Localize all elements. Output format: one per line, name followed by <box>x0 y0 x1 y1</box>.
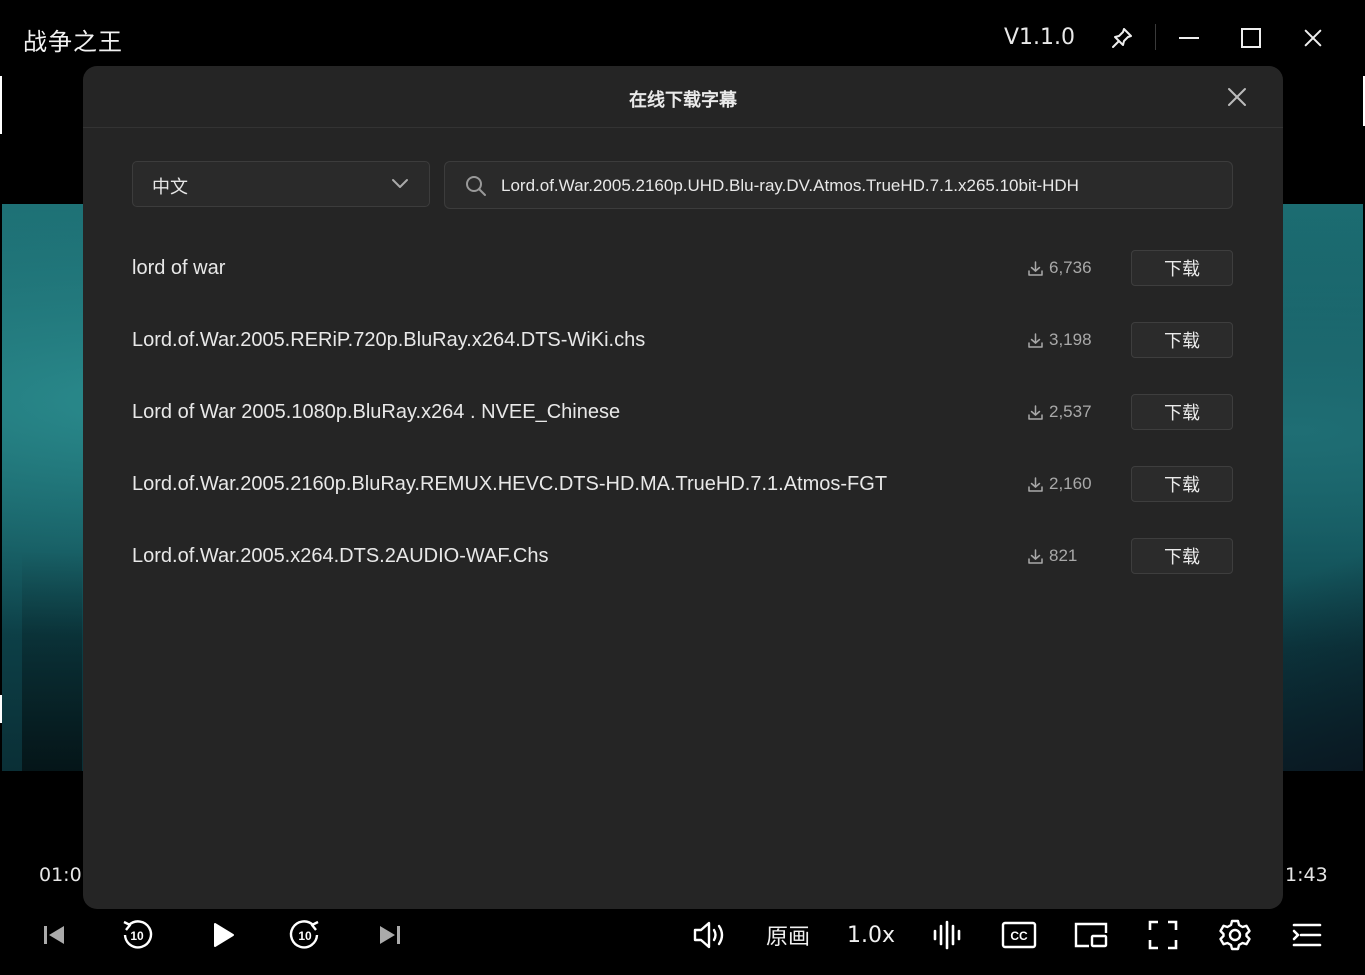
player-controls: 10 10 原画 1.0x CC <box>0 905 1365 965</box>
language-value: 中文 <box>152 177 188 198</box>
rewind-10-icon: 10 <box>123 920 153 949</box>
rewind-seconds: 10 <box>130 929 144 943</box>
pin-button[interactable] <box>1104 20 1140 56</box>
close-icon <box>1228 88 1246 106</box>
version-label: V1.1.0 <box>1004 25 1076 50</box>
download-button[interactable]: 下载 <box>1131 322 1233 358</box>
fullscreen-icon <box>1148 920 1178 950</box>
minimize-icon <box>1179 37 1199 39</box>
download-icon <box>1028 260 1043 276</box>
result-row: lord of war 6,736 下载 <box>132 250 1233 322</box>
audio-track-button[interactable] <box>930 915 966 955</box>
next-button[interactable] <box>372 915 408 955</box>
language-select[interactable]: 中文 <box>132 161 430 207</box>
result-name: lord of war <box>132 257 226 279</box>
chevron-down-icon <box>392 179 408 188</box>
skip-previous-icon <box>44 926 64 944</box>
maximize-icon <box>1241 28 1261 48</box>
forward-10-icon: 10 <box>289 920 319 949</box>
download-count-value: 2,537 <box>1049 402 1092 421</box>
minimize-button[interactable] <box>1171 20 1207 56</box>
download-count: 3,198 <box>1027 330 1092 350</box>
result-row: Lord of War 2005.1080p.BluRay.x264 . NVE… <box>132 394 1233 466</box>
download-button[interactable]: 下载 <box>1131 250 1233 286</box>
current-time: 01:0 <box>39 864 82 886</box>
play-icon <box>214 923 234 947</box>
download-icon <box>1028 332 1043 348</box>
results-list: lord of war 6,736 下载 Lord.of.War.2005.RE… <box>132 250 1233 610</box>
settings-button[interactable] <box>1216 915 1254 955</box>
download-count: 2,160 <box>1027 474 1092 494</box>
total-time: 1:43 <box>1285 864 1328 886</box>
download-icon <box>1028 476 1043 492</box>
fullscreen-button[interactable] <box>1145 915 1181 955</box>
volume-icon <box>693 921 724 949</box>
result-name: Lord.of.War.2005.x264.DTS.2AUDIO-WAF.Chs <box>132 545 549 567</box>
download-button[interactable]: 下载 <box>1131 466 1233 502</box>
maximize-button[interactable] <box>1233 20 1269 56</box>
download-button[interactable]: 下载 <box>1131 538 1233 574</box>
forward-10-button[interactable]: 10 <box>285 915 325 955</box>
result-row: Lord.of.War.2005.x264.DTS.2AUDIO-WAF.Chs… <box>132 538 1233 610</box>
download-count-value: 821 <box>1049 546 1078 565</box>
download-count: 6,736 <box>1027 258 1092 278</box>
window-title: 战争之王 <box>23 28 123 56</box>
speed-button[interactable]: 1.0x <box>846 915 896 955</box>
playlist-icon <box>1292 923 1322 947</box>
download-icon <box>1028 548 1043 564</box>
close-window-button[interactable] <box>1295 20 1331 56</box>
gear-icon <box>1219 919 1251 951</box>
close-icon <box>1304 29 1322 47</box>
result-row: Lord.of.War.2005.RERiP.720p.BluRay.x264.… <box>132 322 1233 394</box>
download-button[interactable]: 下载 <box>1131 394 1233 430</box>
video-shadow <box>22 551 82 771</box>
download-subtitles-dialog: 在线下载字幕 中文 lord of war <box>83 66 1283 909</box>
result-row: Lord.of.War.2005.2160p.BluRay.REMUX.HEVC… <box>132 466 1233 538</box>
skip-next-icon <box>380 926 400 944</box>
search-icon <box>466 176 486 196</box>
picture-in-picture-button[interactable] <box>1072 915 1110 955</box>
download-count-value: 3,198 <box>1049 330 1092 349</box>
rewind-10-button[interactable]: 10 <box>117 915 157 955</box>
download-count-value: 6,736 <box>1049 258 1092 277</box>
download-icon <box>1028 404 1043 420</box>
download-count-value: 2,160 <box>1049 474 1092 493</box>
window-edge <box>0 76 2 134</box>
search-input[interactable] <box>499 170 1223 202</box>
cc-icon: CC <box>1001 921 1037 949</box>
download-count: 2,537 <box>1027 402 1092 422</box>
playlist-button[interactable] <box>1288 915 1326 955</box>
dialog-title: 在线下载字幕 <box>629 90 737 111</box>
download-count: 821 <box>1027 546 1077 566</box>
result-name: Lord of War 2005.1080p.BluRay.x264 . NVE… <box>132 401 621 423</box>
picture-in-picture-icon <box>1074 922 1108 948</box>
forward-seconds: 10 <box>298 929 312 943</box>
dialog-header: 在线下载字幕 <box>83 66 1283 128</box>
title-bar: 战争之王 V1.1.0 <box>0 0 1365 76</box>
search-box[interactable] <box>444 161 1233 209</box>
volume-button[interactable] <box>690 915 730 955</box>
result-name: Lord.of.War.2005.2160p.BluRay.REMUX.HEVC… <box>132 473 888 495</box>
window-edge <box>0 695 2 723</box>
pin-icon <box>1112 28 1132 48</box>
result-name: Lord.of.War.2005.RERiP.720p.BluRay.x264.… <box>132 329 646 351</box>
audio-wave-icon <box>933 920 961 950</box>
title-separator <box>1155 24 1156 50</box>
player-window: 战争之王 V1.1.0 01:0 1:43 10 10 原画 1.0x CC 在… <box>0 0 1365 975</box>
subtitles-button[interactable]: CC <box>1000 915 1038 955</box>
video-shadow <box>1273 531 1363 771</box>
quality-button[interactable]: 原画 <box>762 915 814 955</box>
svg-text:CC: CC <box>1010 929 1028 943</box>
play-button[interactable] <box>206 915 240 955</box>
dialog-close-button[interactable] <box>1225 85 1249 109</box>
previous-button[interactable] <box>36 915 72 955</box>
